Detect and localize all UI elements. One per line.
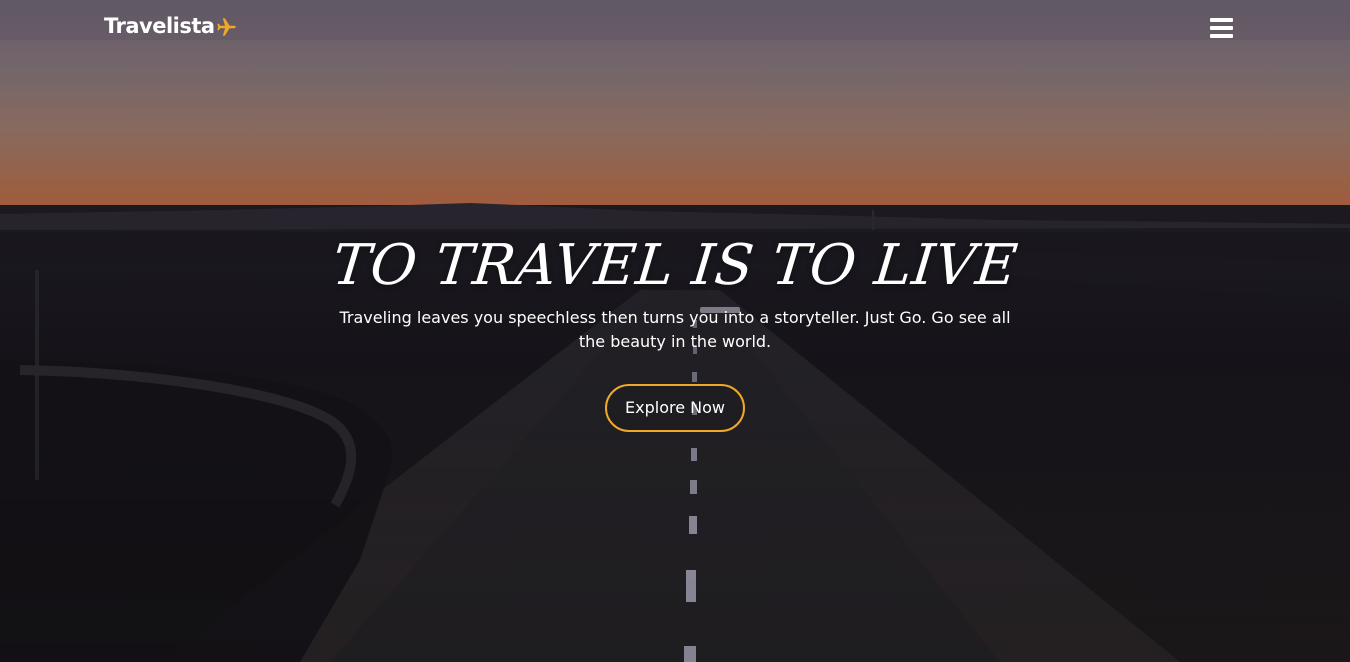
- menu-bar: [1210, 26, 1233, 30]
- hero-subtitle: Traveling leaves you speechless then tur…: [339, 308, 1011, 351]
- hero-headline: TO TRAVEL IS TO LIVE: [329, 233, 1021, 298]
- hamburger-menu-icon[interactable]: [1210, 18, 1234, 40]
- brand-logo[interactable]: Travelista: [104, 14, 238, 38]
- brand-name: Travelista: [104, 14, 215, 38]
- airplane-icon: [216, 17, 236, 36]
- menu-bar: [1210, 18, 1233, 22]
- menu-bar: [1210, 34, 1233, 38]
- hero-section: Travelista TO TRAVEL IS TO LIVE Travelin…: [0, 0, 1350, 662]
- navbar: Travelista: [0, 0, 1350, 58]
- hero-content: TO TRAVEL IS TO LIVE Traveling leaves yo…: [0, 228, 1350, 432]
- explore-now-button[interactable]: Explore Now: [605, 384, 745, 432]
